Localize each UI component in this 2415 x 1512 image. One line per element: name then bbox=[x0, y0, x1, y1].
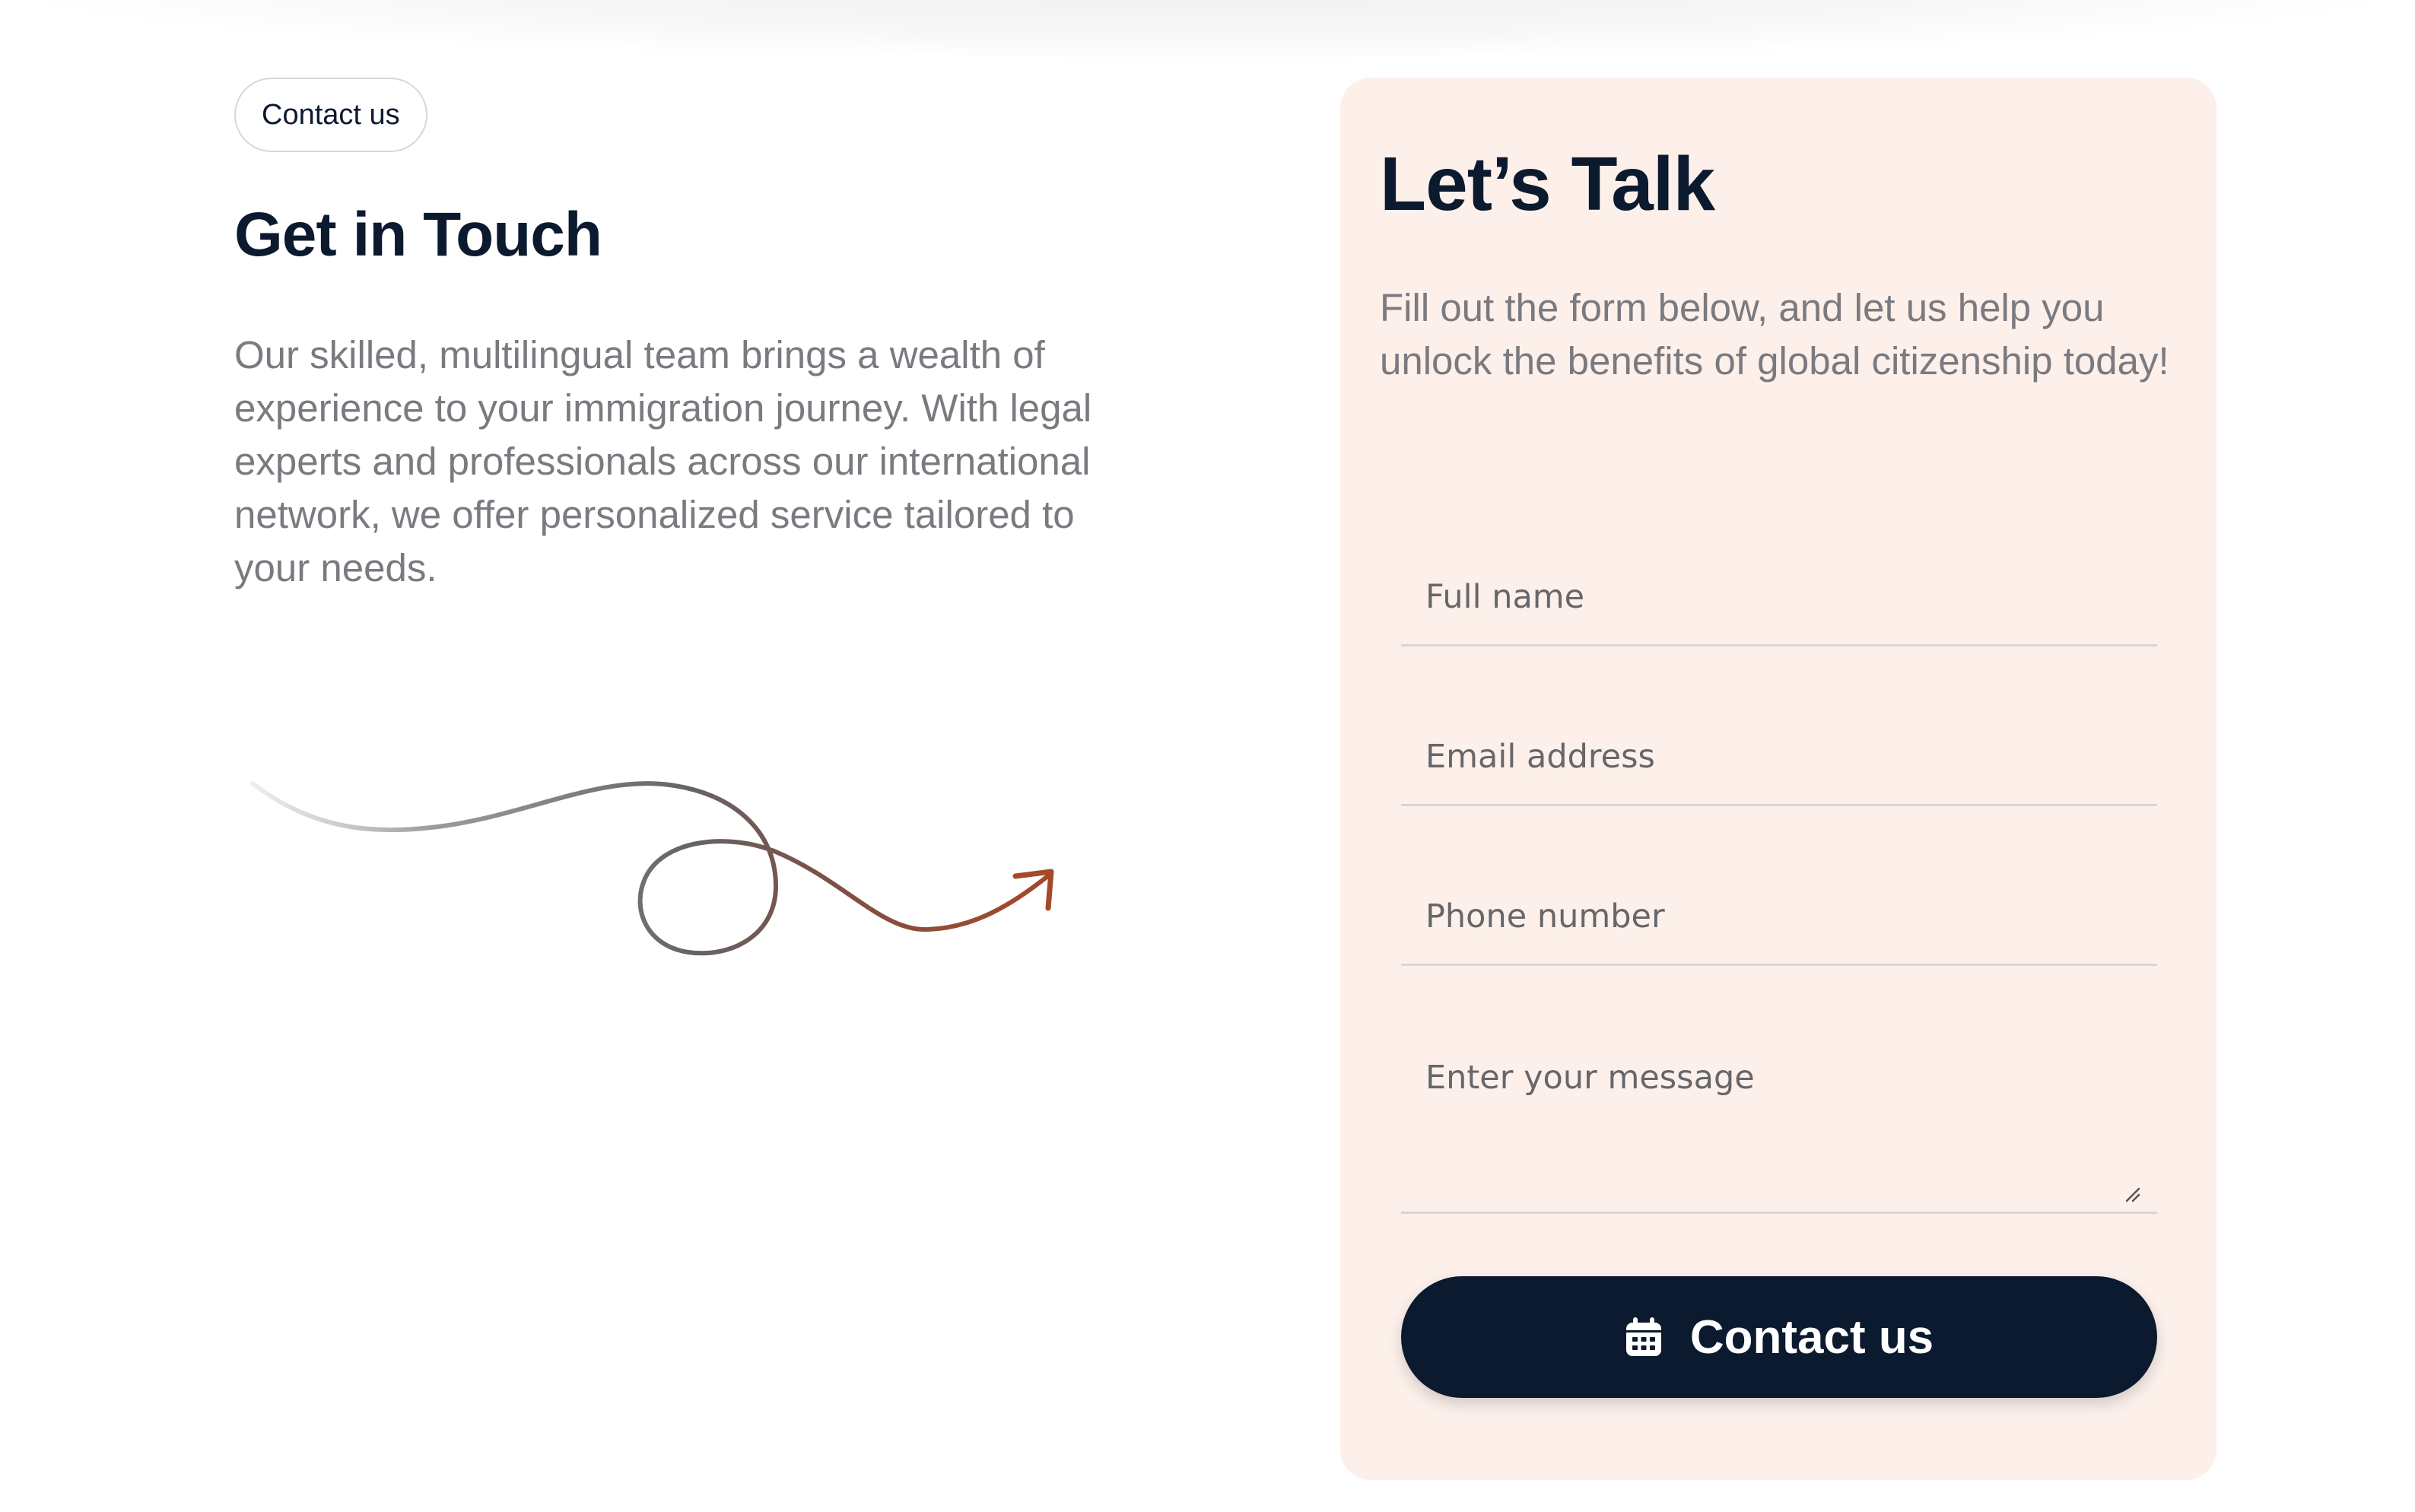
form-subtitle: Fill out the form below, and let us help… bbox=[1380, 286, 2169, 383]
lets-talk-heading: Let’s Talk bbox=[1380, 141, 1715, 227]
contact-us-submit-button[interactable]: Contact us bbox=[1401, 1276, 2157, 1398]
message-field bbox=[1401, 1028, 2157, 1214]
phone-field bbox=[1401, 869, 2157, 966]
contact-form-card: Let’s Talk Fill out the form below, and … bbox=[1340, 78, 2216, 1480]
message-textarea[interactable] bbox=[1401, 1028, 2157, 1212]
full-name-field bbox=[1401, 549, 2157, 646]
calendar-icon bbox=[1625, 1317, 1661, 1356]
phone-input[interactable] bbox=[1401, 869, 2157, 964]
get-in-touch-heading: Get in Touch bbox=[234, 200, 602, 269]
email-input[interactable] bbox=[1401, 709, 2157, 804]
submit-label: Contact us bbox=[1689, 1310, 1934, 1364]
email-field bbox=[1401, 709, 2157, 806]
top-shadow bbox=[0, 0, 2415, 61]
resize-grip-icon[interactable] bbox=[2124, 1186, 2140, 1202]
squiggle-arrow-icon bbox=[250, 781, 1054, 956]
intro-paragraph: Our skilled, multilingual team brings a … bbox=[234, 333, 1092, 589]
full-name-input[interactable] bbox=[1401, 549, 2157, 644]
contact-us-tag: Contact us bbox=[234, 78, 427, 152]
